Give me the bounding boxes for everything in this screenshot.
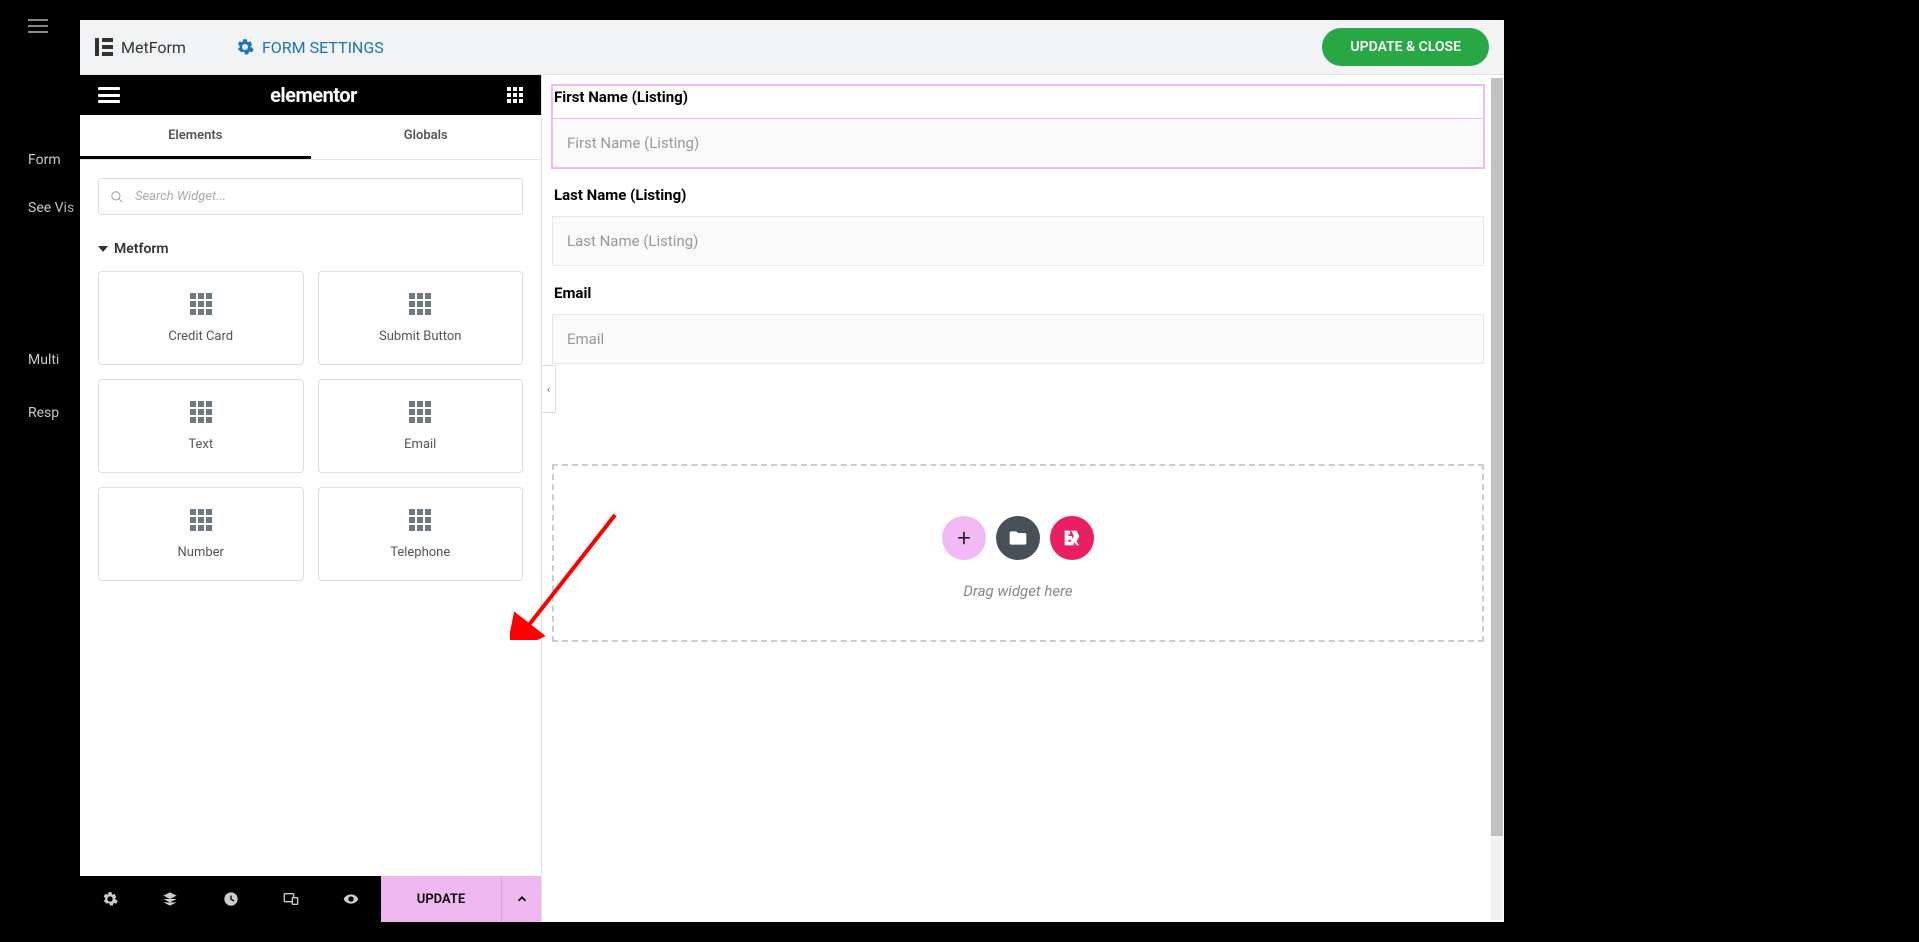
search-icon	[110, 190, 124, 204]
last-name-input[interactable]	[552, 216, 1484, 266]
widget-label: Email	[404, 437, 436, 452]
update-options-button[interactable]	[501, 876, 541, 922]
app-logo: MetForm	[95, 38, 186, 57]
layers-icon[interactable]	[140, 891, 200, 907]
form-field-email[interactable]: Email	[552, 284, 1484, 364]
modal-body: elementor Elements Globals Metform	[80, 75, 1504, 922]
chevron-up-icon	[515, 892, 529, 906]
apps-grid-icon[interactable]	[507, 87, 523, 103]
field-label: First Name (Listing)	[552, 85, 1484, 106]
widget-text[interactable]: Text	[98, 379, 304, 473]
form-settings-label: FORM SETTINGS	[262, 38, 384, 57]
form-field-first-name[interactable]: First Name (Listing)	[552, 85, 1484, 168]
search-box	[98, 178, 523, 215]
category-label: Metform	[114, 241, 169, 257]
widget-grid-icon	[190, 509, 212, 531]
sidebar-footer: UPDATE	[80, 876, 541, 922]
folder-icon	[1008, 528, 1028, 548]
responsive-icon[interactable]	[261, 891, 321, 907]
bg-multi-label: Multi	[28, 352, 59, 368]
bg-form-label: Form	[28, 152, 61, 168]
widget-grid-icon	[409, 293, 431, 315]
editor-sidebar: elementor Elements Globals Metform	[80, 75, 542, 922]
field-label: Last Name (Listing)	[552, 186, 1484, 204]
tab-elements[interactable]: Elements	[80, 115, 311, 159]
update-close-button[interactable]: UPDATE & CLOSE	[1322, 28, 1489, 66]
drop-zone-text: Drag widget here	[574, 582, 1462, 600]
add-section-button[interactable]: +	[942, 516, 986, 560]
bg-see-vis: See Vis	[28, 200, 74, 216]
widget-email[interactable]: Email	[318, 379, 524, 473]
collapse-sidebar-handle[interactable]: ‹	[542, 365, 556, 413]
sidebar-tabs: Elements Globals	[80, 115, 541, 160]
bg-resp-label: Resp	[28, 405, 59, 421]
hamburger-icon[interactable]	[98, 87, 120, 103]
ek-widgets-button[interactable]	[1050, 516, 1094, 560]
tab-globals[interactable]: Globals	[311, 115, 542, 159]
form-settings-link[interactable]: FORM SETTINGS	[236, 38, 384, 57]
modal-header: MetForm FORM SETTINGS UPDATE & CLOSE	[80, 20, 1504, 75]
preview-panel: ‹ First Name (Listing) Last Name (Listin…	[542, 75, 1504, 922]
widget-label: Credit Card	[168, 329, 233, 344]
metform-logo-icon	[95, 38, 113, 56]
widget-label: Text	[188, 437, 213, 452]
widget-telephone[interactable]: Telephone	[318, 487, 524, 581]
widget-grid-icon	[190, 293, 212, 315]
preview-icon[interactable]	[321, 891, 381, 907]
caret-down-icon	[98, 246, 108, 252]
gear-icon	[236, 38, 254, 56]
widgets-grid: Credit Card Submit Button Text Email Num…	[80, 271, 541, 581]
search-input[interactable]	[98, 178, 523, 215]
widget-grid-icon	[190, 401, 212, 423]
widget-grid-icon	[409, 509, 431, 531]
elementor-logo: elementor	[270, 83, 357, 107]
settings-icon[interactable]	[80, 891, 140, 907]
app-name: MetForm	[121, 38, 186, 57]
scrollbar-thumb[interactable]	[1491, 78, 1503, 836]
field-label: Email	[552, 284, 1484, 302]
widget-submit-button[interactable]: Submit Button	[318, 271, 524, 365]
email-input[interactable]	[552, 314, 1484, 364]
widget-grid-icon	[409, 401, 431, 423]
editor-modal: MetForm FORM SETTINGS UPDATE & CLOSE ele…	[80, 20, 1504, 922]
widget-credit-card[interactable]: Credit Card	[98, 271, 304, 365]
first-name-input[interactable]	[552, 118, 1484, 168]
search-wrapper	[80, 160, 541, 233]
category-metform[interactable]: Metform	[80, 233, 541, 271]
form-field-last-name[interactable]: Last Name (Listing)	[552, 186, 1484, 266]
history-icon[interactable]	[200, 891, 260, 907]
bg-hamburger-icon	[28, 18, 48, 37]
preview-scrollbar[interactable]	[1491, 78, 1503, 920]
template-folder-button[interactable]	[996, 516, 1040, 560]
widget-number[interactable]: Number	[98, 487, 304, 581]
update-button[interactable]: UPDATE	[381, 876, 501, 922]
widget-label: Submit Button	[379, 329, 461, 344]
ek-logo-icon	[1061, 527, 1083, 549]
sidebar-top-bar: elementor	[80, 75, 541, 115]
drop-zone[interactable]: + Drag widget here	[552, 464, 1484, 642]
drop-zone-buttons: +	[574, 516, 1462, 560]
widget-label: Telephone	[390, 545, 450, 560]
widget-label: Number	[178, 545, 224, 560]
